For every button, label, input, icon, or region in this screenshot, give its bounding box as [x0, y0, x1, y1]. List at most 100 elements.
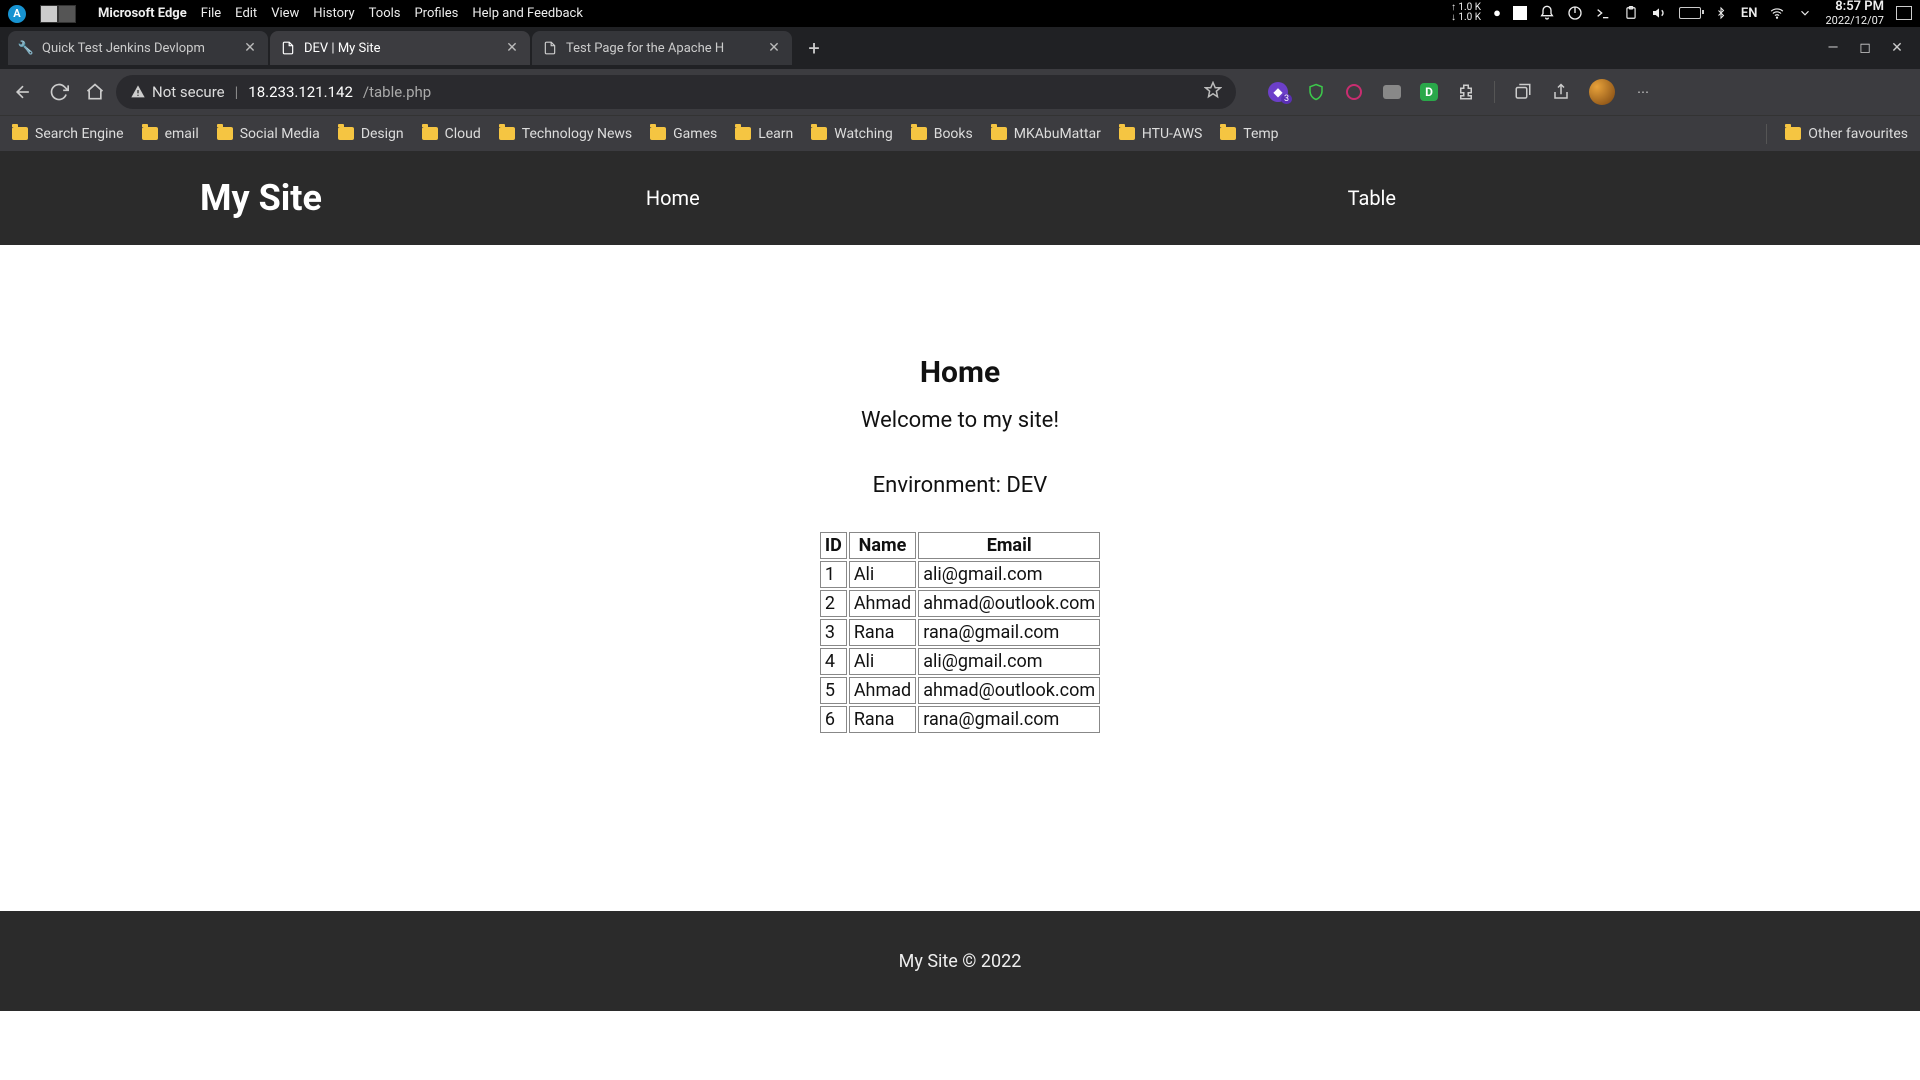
- bookmark-folder[interactable]: HTU-AWS: [1119, 126, 1202, 142]
- site-header: My Site Home Table: [0, 151, 1920, 245]
- welcome-text: Welcome to my site!: [0, 408, 1920, 433]
- extension-shield-icon[interactable]: [1306, 82, 1326, 102]
- close-window-button[interactable]: ✕: [1888, 40, 1906, 56]
- minimize-window-button[interactable]: —: [1824, 40, 1842, 56]
- battery-icon[interactable]: [1679, 7, 1701, 19]
- browser-tab[interactable]: 🔧 Quick Test Jenkins Devlopm ✕: [8, 31, 268, 65]
- table-header: Email: [918, 532, 1100, 559]
- back-button[interactable]: [12, 81, 34, 103]
- terminal-icon[interactable]: [1595, 5, 1611, 21]
- extension-screenshot-icon[interactable]: [1382, 82, 1402, 102]
- extensions-menu-icon[interactable]: [1456, 82, 1476, 102]
- table-row: 1Aliali@gmail.com: [820, 561, 1100, 588]
- share-icon[interactable]: [1551, 82, 1571, 102]
- users-table: IDNameEmail 1Aliali@gmail.com2Ahmadahmad…: [818, 530, 1102, 735]
- app-name: Microsoft Edge: [98, 6, 187, 21]
- os-menu-bar: A Microsoft Edge File Edit View History …: [0, 0, 1920, 27]
- workspace-switcher[interactable]: [40, 5, 76, 23]
- table-cell: rana@gmail.com: [918, 706, 1100, 733]
- nav-table-link[interactable]: Table: [1348, 186, 1396, 210]
- wifi-icon[interactable]: [1769, 5, 1785, 21]
- menu-tools[interactable]: Tools: [369, 6, 401, 21]
- bookmark-divider: [1766, 124, 1767, 144]
- table-header: Name: [849, 532, 916, 559]
- notifications-icon[interactable]: [1539, 5, 1555, 21]
- favorite-button[interactable]: [1204, 81, 1222, 103]
- address-bar[interactable]: Not secure | 18.233.121.142/table.php: [116, 75, 1236, 109]
- tab-title: DEV | My Site: [304, 41, 496, 56]
- bookmark-label: Learn: [758, 126, 793, 142]
- bookmark-label: Temp: [1243, 126, 1278, 142]
- folder-icon: [338, 127, 354, 140]
- bookmark-label: Watching: [834, 126, 892, 142]
- chevron-down-icon[interactable]: [1797, 5, 1813, 21]
- bookmark-folder[interactable]: Design: [338, 126, 404, 142]
- menu-help[interactable]: Help and Feedback: [472, 6, 583, 21]
- bookmark-folder[interactable]: Search Engine: [12, 126, 124, 142]
- extension-ublock-icon[interactable]: [1344, 82, 1364, 102]
- bookmark-bar: Search Engine email Social Media Design Clou…: [0, 115, 1920, 151]
- table-header: ID: [820, 532, 847, 559]
- bookmark-folder[interactable]: Social Media: [217, 126, 320, 142]
- close-tab-button[interactable]: ✕: [504, 40, 520, 56]
- security-indicator[interactable]: Not secure: [130, 83, 225, 101]
- net-down: 1.0 K: [1458, 12, 1481, 23]
- new-tab-button[interactable]: +: [800, 34, 828, 62]
- bookmark-folder[interactable]: Games: [650, 126, 717, 142]
- input-language[interactable]: EN: [1741, 6, 1758, 21]
- menu-view[interactable]: View: [271, 6, 299, 21]
- profile-avatar[interactable]: [1589, 79, 1615, 105]
- bookmark-folder[interactable]: Cloud: [422, 126, 481, 142]
- refresh-button[interactable]: [48, 81, 70, 103]
- bookmark-label: Design: [361, 126, 404, 142]
- bookmark-folder[interactable]: Books: [911, 126, 973, 142]
- menu-history[interactable]: History: [313, 6, 354, 21]
- folder-icon: [811, 127, 827, 140]
- bookmark-label: Books: [934, 126, 973, 142]
- table-cell: ahmad@outlook.com: [918, 590, 1100, 617]
- bookmark-folder[interactable]: Watching: [811, 126, 892, 142]
- menu-file[interactable]: File: [201, 6, 221, 21]
- folder-icon: [1220, 127, 1236, 140]
- bookmark-folder[interactable]: Temp: [1220, 126, 1278, 142]
- maximize-window-button[interactable]: ◻: [1856, 40, 1874, 56]
- app-menu-button[interactable]: ⋯: [1633, 82, 1653, 102]
- extension-daily-icon[interactable]: D: [1420, 83, 1438, 101]
- menu-profiles[interactable]: Profiles: [414, 6, 458, 21]
- close-tab-button[interactable]: ✕: [766, 40, 782, 56]
- bluetooth-icon[interactable]: [1713, 5, 1729, 21]
- home-button[interactable]: [84, 81, 106, 103]
- network-speed: ↑ 1.0 K ↓ 1.0 K: [1451, 3, 1481, 23]
- arch-logo-icon: A: [8, 5, 26, 23]
- clock-date: 2022/12/07: [1825, 15, 1884, 27]
- browser-tab-strip: 🔧 Quick Test Jenkins Devlopm ✕ DEV | My …: [0, 27, 1920, 69]
- volume-icon[interactable]: [1651, 5, 1667, 21]
- close-tab-button[interactable]: ✕: [242, 40, 258, 56]
- url-path: /table.php: [363, 83, 431, 101]
- browser-tab[interactable]: Test Page for the Apache H ✕: [532, 31, 792, 65]
- clock-time: 8:57 PM: [1825, 0, 1884, 14]
- browser-tab[interactable]: DEV | My Site ✕: [270, 31, 530, 65]
- table-cell: ali@gmail.com: [918, 648, 1100, 675]
- datetime[interactable]: 8:57 PM 2022/12/07: [1825, 0, 1884, 26]
- bookmark-folder[interactable]: Technology News: [499, 126, 632, 142]
- bookmark-folder[interactable]: Learn: [735, 126, 793, 142]
- extension-lighthouse-icon[interactable]: ◆: [1268, 82, 1288, 102]
- nav-home-link[interactable]: Home: [646, 186, 700, 210]
- bookmark-folder[interactable]: email: [142, 126, 199, 142]
- other-favourites[interactable]: Other favourites: [1785, 126, 1908, 142]
- table-cell: 2: [820, 590, 847, 617]
- bookmark-label: Games: [673, 126, 717, 142]
- bookmark-folder[interactable]: MKAbuMattar: [991, 126, 1101, 142]
- clipboard-icon[interactable]: [1623, 5, 1639, 21]
- table-row: 3Ranarana@gmail.com: [820, 619, 1100, 646]
- table-cell: 5: [820, 677, 847, 704]
- folder-icon: [911, 127, 927, 140]
- bookmark-label: HTU-AWS: [1142, 126, 1202, 142]
- menu-edit[interactable]: Edit: [235, 6, 257, 21]
- collections-icon[interactable]: [1513, 82, 1533, 102]
- bookmark-label: Cloud: [445, 126, 481, 142]
- power-icon[interactable]: [1567, 5, 1583, 21]
- environment-label: Environment: DEV: [0, 473, 1920, 498]
- tray-box-icon[interactable]: [1896, 6, 1912, 20]
